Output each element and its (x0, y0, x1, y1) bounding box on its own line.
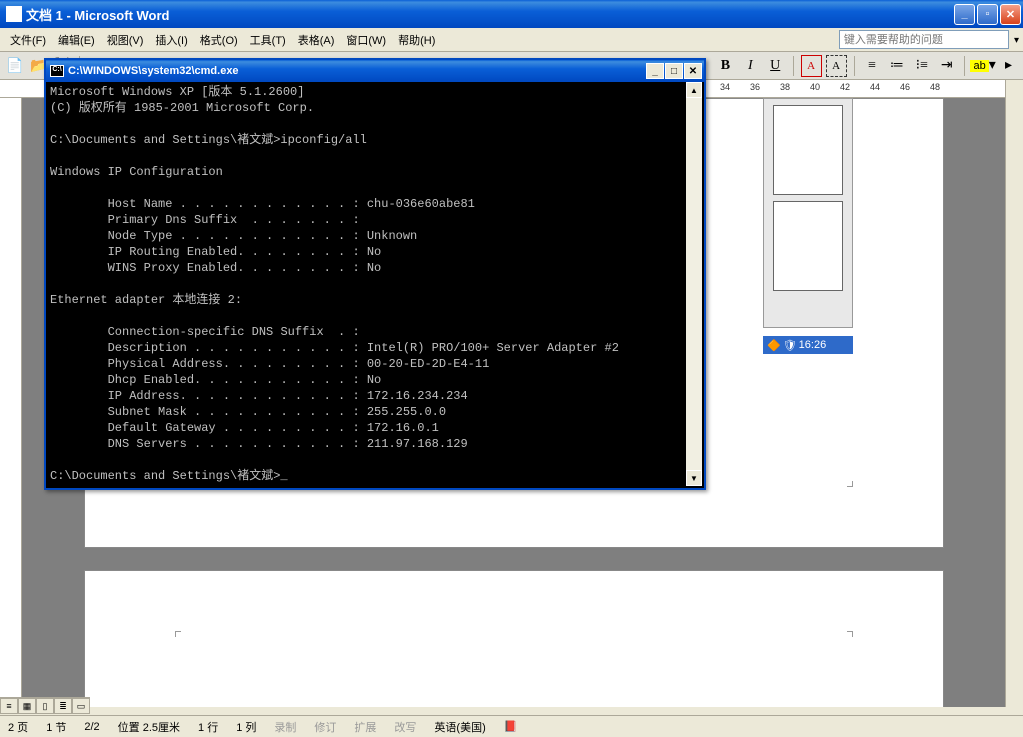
minimize-button[interactable]: _ (954, 4, 975, 25)
cmd-window[interactable]: C:\ C:\WINDOWS\system32\cmd.exe _ □ ✕ Mi… (44, 58, 706, 490)
menu-insert[interactable]: 插入(I) (149, 30, 193, 50)
ruler-mark: 48 (930, 82, 940, 92)
cmd-output[interactable]: Microsoft Windows XP [版本 5.1.2600] (C) 版… (48, 82, 686, 486)
thumbnail-pane[interactable] (763, 98, 853, 328)
help-dropdown-icon[interactable]: ▾ (1014, 35, 1019, 46)
crop-mark (847, 631, 853, 637)
scroll-down-button[interactable]: ▼ (686, 470, 702, 486)
cmd-titlebar[interactable]: C:\ C:\WINDOWS\system32\cmd.exe _ □ ✕ (46, 60, 704, 82)
menu-format[interactable]: 格式(O) (194, 30, 244, 50)
ruler-mark: 42 (840, 82, 850, 92)
page-2[interactable] (84, 570, 944, 707)
help-search-input[interactable] (839, 30, 1009, 49)
highlight-button[interactable]: ab▾ (972, 55, 994, 77)
taskbar-tray-fragment: 🔶 🛡 16:26 (763, 336, 853, 354)
ruler-mark: 36 (750, 82, 760, 92)
separator (793, 56, 794, 76)
word-window-buttons: _ ▫ ✕ (954, 4, 1021, 25)
ruler-mark: 40 (810, 82, 820, 92)
ruler-vertical[interactable] (0, 98, 22, 707)
cmd-maximize-button[interactable]: □ (665, 63, 683, 79)
thumbnail-page-1[interactable] (773, 105, 843, 195)
view-web-button[interactable]: ▦ (18, 698, 36, 714)
word-icon (6, 6, 22, 22)
status-line: 1 行 (198, 719, 218, 735)
word-menubar: 文件(F) 编辑(E) 视图(V) 插入(I) 格式(O) 工具(T) 表格(A… (0, 28, 1023, 52)
new-doc-icon[interactable]: 📄 (4, 55, 26, 77)
ruler-mark: 46 (900, 82, 910, 92)
underline-button[interactable]: U (765, 55, 786, 77)
menu-table[interactable]: 表格(A) (292, 30, 341, 50)
menu-view[interactable]: 视图(V) (101, 30, 150, 50)
thumbnail-page-2[interactable] (773, 201, 843, 291)
scroll-up-button[interactable]: ▲ (686, 82, 702, 98)
menu-file[interactable]: 文件(F) (4, 30, 52, 50)
status-page: 2 页 (8, 719, 28, 735)
cmd-icon: C:\ (50, 65, 64, 77)
more-tools-icon[interactable]: ▸ (998, 55, 1019, 77)
status-ovr: 改写 (394, 719, 416, 735)
crop-mark (847, 481, 853, 487)
status-col: 1 列 (236, 719, 256, 735)
numbering-icon[interactable]: ≔ (886, 55, 907, 77)
cmd-window-buttons: _ □ ✕ (646, 63, 702, 79)
scrollbar-vertical[interactable] (1005, 80, 1023, 707)
status-position: 位置 2.5厘米 (118, 719, 180, 735)
tray-icon: 🛡 (783, 339, 797, 352)
status-pages: 2/2 (84, 721, 99, 733)
char-shading-button[interactable]: A (826, 55, 847, 77)
tray-icon: 🔶 (767, 339, 781, 352)
align-left-icon[interactable]: ≡ (862, 55, 883, 77)
view-buttons: ≡ ▦ ▯ ≣ ▭ (0, 697, 90, 715)
view-outline-button[interactable]: ≣ (54, 698, 72, 714)
menu-window[interactable]: 窗口(W) (340, 30, 392, 50)
status-ext: 扩展 (354, 719, 376, 735)
cmd-close-button[interactable]: ✕ (684, 63, 702, 79)
cmd-title: C:\WINDOWS\system32\cmd.exe (68, 65, 239, 77)
bullets-icon[interactable]: ⁝≡ (911, 55, 932, 77)
view-reading-button[interactable]: ▭ (72, 698, 90, 714)
word-title: 文档 1 - Microsoft Word (26, 5, 954, 24)
menu-edit[interactable]: 编辑(E) (52, 30, 101, 50)
separator (854, 56, 855, 76)
status-rec: 录制 (274, 719, 296, 735)
word-titlebar: 文档 1 - Microsoft Word _ ▫ ✕ (0, 0, 1023, 28)
word-toolbar-format: B I U A A ≡ ≔ ⁝≡ ⇥ ab▾ ▸ (711, 52, 1023, 80)
ruler-mark: 44 (870, 82, 880, 92)
italic-button[interactable]: I (740, 55, 761, 77)
cmd-minimize-button[interactable]: _ (646, 63, 664, 79)
crop-mark (175, 631, 181, 637)
help-search-wrap: ▾ (839, 30, 1019, 49)
bold-button[interactable]: B (715, 55, 736, 77)
menu-tools[interactable]: 工具(T) (244, 30, 292, 50)
status-rev: 修订 (314, 719, 336, 735)
close-button[interactable]: ✕ (1000, 4, 1021, 25)
status-lang: 英语(美国) (434, 719, 485, 735)
indent-icon[interactable]: ⇥ (936, 55, 957, 77)
status-section: 1 节 (46, 719, 66, 735)
tray-time: 16:26 (799, 339, 827, 351)
ruler-mark: 34 (720, 82, 730, 92)
menu-help[interactable]: 帮助(H) (392, 30, 441, 50)
cmd-scrollbar[interactable]: ▲ ▼ (686, 82, 702, 486)
status-book-icon[interactable]: 📕 (504, 720, 518, 733)
char-border-button[interactable]: A (801, 55, 822, 77)
ruler-mark: 38 (780, 82, 790, 92)
view-normal-button[interactable]: ≡ (0, 698, 18, 714)
view-print-button[interactable]: ▯ (36, 698, 54, 714)
maximize-button[interactable]: ▫ (977, 4, 998, 25)
status-bar: 2 页 1 节 2/2 位置 2.5厘米 1 行 1 列 录制 修订 扩展 改写… (0, 715, 1023, 737)
scroll-track[interactable] (686, 98, 702, 470)
separator (964, 56, 965, 76)
